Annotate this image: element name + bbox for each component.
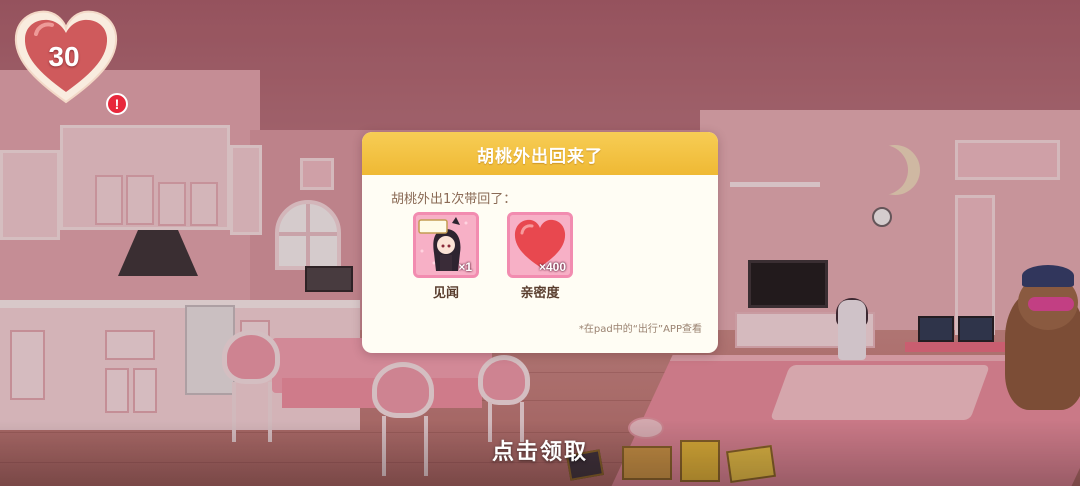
- dialog-note: *在pad中的“出行”APP查看: [578, 324, 702, 335]
- dialog-title: 胡桃外出回来了: [477, 147, 603, 167]
- affection-value: 30: [48, 41, 80, 72]
- dialog-header: 胡桃外出回来了: [362, 132, 718, 175]
- dialog-subtitle: 胡桃外出1次带回了：: [391, 192, 517, 207]
- reward-item-jianwen[interactable]: ×1: [413, 212, 479, 278]
- reward-count: ×1: [458, 260, 472, 274]
- exclamation-icon[interactable]: !: [106, 93, 128, 115]
- reward-label: 见闻: [432, 286, 459, 301]
- reward-label: 亲密度: [520, 286, 560, 301]
- outing-return-dialog[interactable]: 胡桃外出回来了 胡桃外出1次带回了： ×1 见闻 ×400 亲密度 *在pad中…: [362, 132, 718, 353]
- claim-prompt[interactable]: 点击领取: [0, 434, 1080, 466]
- reward-item-affection[interactable]: ×400: [507, 212, 573, 278]
- affection-heart-badge[interactable]: 30 !: [12, 8, 128, 115]
- reward-count: ×400: [538, 260, 566, 274]
